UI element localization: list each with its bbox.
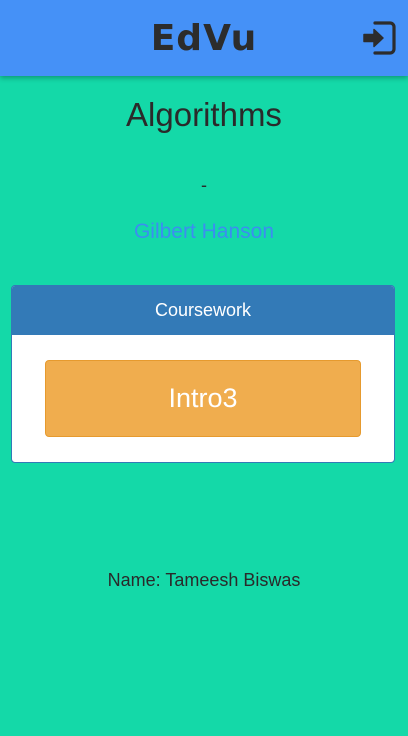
sign-in-icon: [363, 21, 396, 55]
coursework-panel: Coursework Intro3: [11, 285, 395, 463]
app-title: EdVu: [150, 17, 258, 59]
logout-button[interactable]: [360, 19, 398, 57]
assignment-button[interactable]: Intro3: [45, 360, 361, 437]
app-bar: EdVu: [0, 0, 408, 76]
course-separator: -: [201, 175, 207, 195]
coursework-heading: Coursework: [12, 286, 394, 335]
teacher-link[interactable]: Gilbert Hanson: [0, 220, 408, 244]
user-name: Name: Tameesh Biswas: [107, 570, 301, 590]
course-title: Algorithms: [126, 96, 282, 133]
